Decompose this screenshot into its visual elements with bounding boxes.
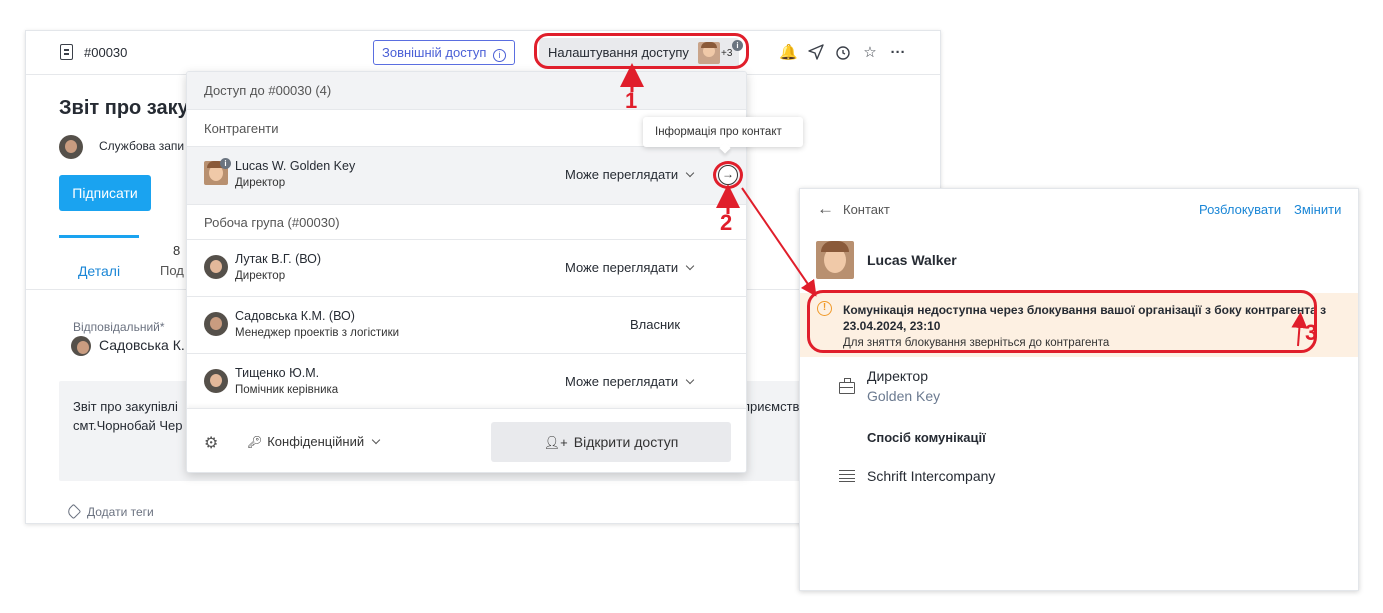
permission-label: Власник — [630, 317, 681, 332]
alarm-icon[interactable] — [834, 44, 852, 62]
tab-events[interactable]: Под — [160, 263, 184, 278]
permission-label: Може переглядати — [565, 260, 679, 275]
sign-button[interactable]: Підписати — [59, 175, 151, 211]
memo-type: Службова запи — [99, 139, 185, 153]
responsible-field[interactable]: Садовська К. — [99, 337, 185, 353]
member-name: Lucas W. Golden Key — [235, 159, 356, 173]
add-tags-button[interactable]: Додати теги — [65, 503, 154, 520]
list-icon — [839, 470, 855, 482]
description-text: приємств — [743, 399, 800, 414]
member-name: Лутак В.Г. (ВО) — [235, 252, 322, 266]
tab-details[interactable]: Деталі — [59, 235, 139, 289]
permission-select[interactable]: Може переглядати — [565, 167, 695, 182]
document-number: #00030 — [84, 45, 128, 60]
chevron-down-icon — [685, 375, 695, 385]
avatar — [59, 135, 83, 159]
contact-position: Директор — [867, 368, 928, 384]
avatar — [204, 369, 228, 393]
contact-name: Lucas Walker — [867, 252, 957, 268]
key-icon: 🔑︎ — [247, 435, 263, 449]
permission-select[interactable]: Може переглядати — [565, 374, 695, 389]
member-role: Менеджер проектів з логістики — [235, 327, 400, 339]
edit-link[interactable]: Змінити — [1294, 202, 1341, 217]
bell-icon[interactable]: 🔔 — [779, 44, 798, 62]
responsible-label: Відповідальний* — [73, 320, 165, 334]
avatar — [204, 255, 228, 279]
confidential-select[interactable]: 🔑︎ Конфіденційний — [247, 434, 381, 449]
star-icon[interactable]: ☆ — [861, 44, 879, 62]
page-title: Звіт про заку — [59, 97, 189, 119]
chevron-down-icon — [371, 435, 381, 445]
chevron-down-icon — [685, 261, 695, 271]
permission-label: Може переглядати — [565, 167, 679, 182]
tab-events-count[interactable]: 8 — [173, 243, 180, 258]
tag-icon — [65, 503, 82, 520]
briefcase-icon — [839, 378, 855, 394]
open-access-label: Відкрити доступ — [573, 434, 679, 450]
description-text: Звіт про закупівлі — [73, 399, 178, 414]
contact-panel: ← Контакт Розблокувати Змінити Lucas Wal… — [799, 188, 1359, 591]
permission-label: Може переглядати — [565, 374, 679, 389]
permission-select[interactable]: Може переглядати — [565, 260, 695, 275]
highlight-access-settings — [534, 33, 749, 69]
section-workgroup: Робоча група (#00030) — [204, 215, 340, 230]
communication-heading: Спосіб комунікації — [867, 430, 986, 445]
section-header: Робоча група (#00030) — [187, 204, 746, 239]
list-item[interactable]: Лутак В.Г. (ВО) Директор Може переглядат… — [187, 239, 746, 296]
tab-details-label: Деталі — [77, 263, 121, 279]
info-icon: i — [493, 49, 507, 62]
highlight-contact-info — [713, 161, 743, 189]
open-access-button[interactable]: 👤︎+ Відкрити доступ — [491, 422, 731, 462]
contact-company: Golden Key — [867, 388, 941, 404]
step-label: 2 — [720, 210, 733, 235]
external-access-label: Зовнішній доступ — [382, 45, 487, 60]
avatar — [71, 336, 91, 356]
step-label: 3 — [1305, 320, 1318, 345]
info-badge-icon: i — [220, 158, 231, 169]
add-tags-label: Додати теги — [87, 505, 154, 519]
access-panel-header: Доступ до #00030 (4) — [187, 72, 746, 110]
member-role: Директор — [235, 177, 286, 189]
document-topbar: #00030 Зовнішній доступ i Налаштування д… — [26, 31, 940, 75]
step-label: 1 — [625, 88, 638, 113]
avatar — [816, 241, 854, 279]
unlock-link[interactable]: Розблокувати — [1199, 202, 1281, 217]
confidential-label: Конфіденційний — [267, 434, 365, 449]
member-role: Помічник керівника — [235, 384, 339, 396]
avatar — [204, 312, 228, 336]
send-icon[interactable] — [807, 44, 825, 62]
section-counterparties: Контрагенти — [204, 121, 279, 136]
more-icon[interactable]: ··· — [889, 44, 907, 62]
list-item[interactable]: i Lucas W. Golden Key Директор Може пере… — [187, 146, 746, 204]
member-name: Тищенко Ю.М. — [235, 366, 320, 380]
member-name: Садовська К.М. (ВО) — [235, 309, 355, 323]
description-text: смт.Чорнобай Чер — [73, 418, 183, 433]
list-item[interactable]: Тищенко Ю.М. Помічник керівника Може пер… — [187, 353, 746, 410]
add-user-icon: 👤︎+ — [543, 435, 568, 450]
chevron-down-icon — [685, 168, 695, 178]
contact-panel-title: Контакт — [843, 202, 890, 217]
gear-icon[interactable]: ⚙ — [204, 433, 218, 453]
list-item[interactable]: Садовська К.М. (ВО) Менеджер проектів з … — [187, 296, 746, 353]
access-panel-title: Доступ до #00030 (4) — [204, 83, 332, 98]
highlight-warning — [807, 290, 1317, 353]
document-icon — [60, 44, 73, 60]
member-role: Директор — [235, 270, 286, 282]
external-access-button[interactable]: Зовнішній доступ i — [373, 40, 516, 65]
back-arrow-icon[interactable]: ← — [817, 199, 834, 219]
access-panel-footer: ⚙ 🔑︎ Конфіденційний 👤︎+ Відкрити доступ — [187, 408, 746, 472]
communication-method: Schrift Intercompany — [867, 468, 996, 484]
contact-info-tooltip: Інформація про контакт — [643, 117, 803, 147]
